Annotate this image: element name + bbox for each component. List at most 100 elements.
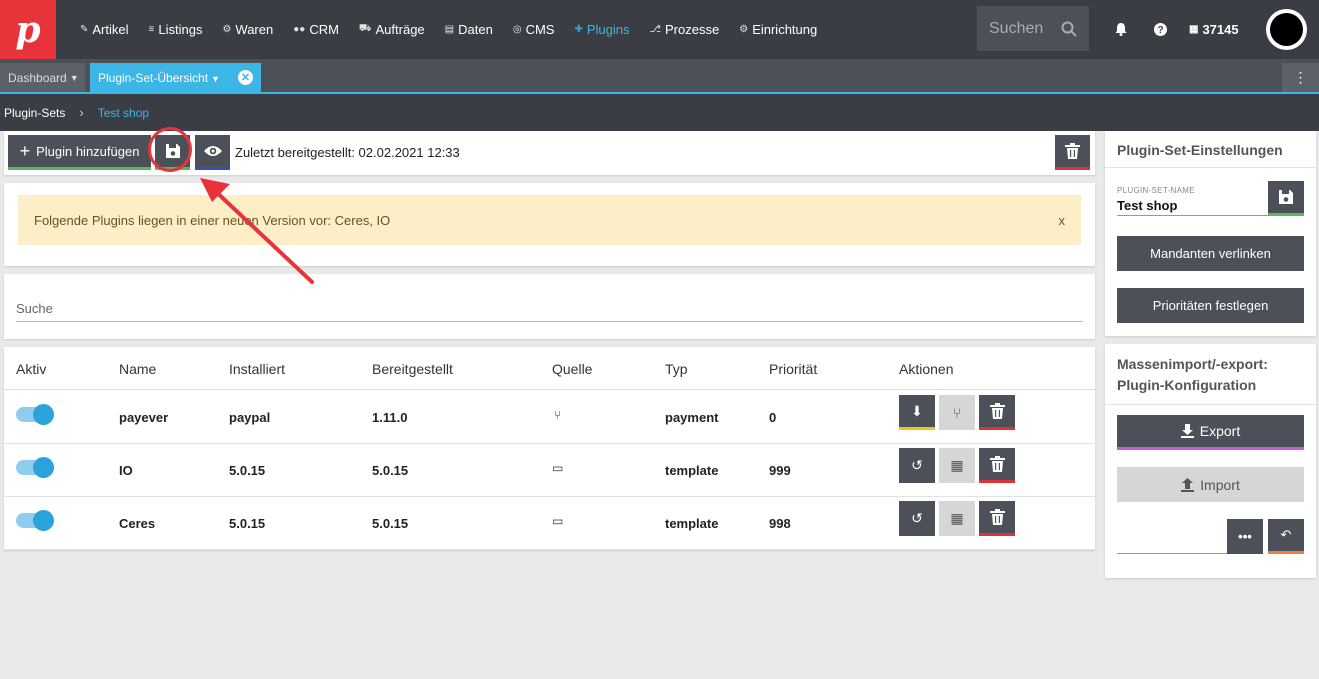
header-active[interactable]: Aktiv (16, 361, 46, 377)
avatar[interactable] (1266, 9, 1307, 50)
delete-button[interactable] (979, 395, 1015, 430)
store-icon: ▦ (1189, 24, 1199, 35)
active-toggle[interactable] (16, 404, 54, 425)
delete-plugin-set-button[interactable] (1055, 135, 1090, 170)
table-row: IO 5.0.15 5.0.15 ▭ template 999 ↺ ▦ (4, 444, 1095, 497)
plugins-table: Aktiv Name Installiert Bereitgestellt Qu… (4, 347, 1095, 550)
bell-icon[interactable] (1115, 0, 1127, 59)
trash-icon (989, 403, 1005, 419)
header-type[interactable]: Typ (665, 361, 688, 377)
set-priorities-button[interactable]: Prioritäten festlegen (1117, 288, 1304, 323)
more-options-button[interactable]: ••• (1227, 519, 1263, 554)
undo-icon: ↺ (911, 457, 923, 473)
marketplace-button[interactable]: ▦ (939, 448, 975, 483)
nav-plugins[interactable]: ✚ Plugins (564, 0, 639, 59)
add-plugin-button[interactable]: + Plugin hinzufügen (8, 135, 151, 170)
globe-icon: ◎ (512, 24, 522, 35)
preview-button[interactable] (195, 135, 230, 170)
reset-button[interactable]: ↺ (899, 448, 935, 483)
nav-auftraege[interactable]: ⛟ Aufträge (349, 0, 435, 59)
branch-button[interactable]: ⑂ (939, 395, 975, 430)
nav-prozesse[interactable]: ⎇ Prozesse (639, 0, 729, 59)
trash-icon (1065, 143, 1080, 159)
ellipsis-icon: ••• (1238, 529, 1252, 544)
nav-crm[interactable]: ●● CRM (283, 0, 349, 59)
header-installed[interactable]: Installiert (229, 361, 285, 377)
plugin-priority: 998 (769, 516, 791, 531)
svg-text:?: ? (1157, 25, 1163, 36)
nav-einrichtung[interactable]: ⚙ Einrichtung (729, 0, 827, 59)
plugin-name[interactable]: IO (119, 463, 133, 478)
header-name[interactable]: Name (119, 361, 156, 377)
settings-title: Plugin-Set-Einstellungen (1117, 142, 1283, 158)
undo-icon: ↶ (1280, 527, 1292, 542)
delete-button[interactable] (979, 501, 1015, 536)
active-toggle[interactable] (16, 510, 54, 531)
top-navigation: p ✎ Artikel ≡ Listings ⚙ Waren ●● CRM ⛟ Auftr… (0, 0, 1319, 59)
divider (1105, 404, 1316, 405)
plugin-type: template (665, 516, 719, 531)
table-header: Aktiv Name Installiert Bereitgestellt Qu… (4, 347, 1095, 390)
plugin-installed: paypal (229, 410, 271, 425)
tag-icon: ✎ (80, 24, 89, 35)
update-notice: Folgende Plugins liegen in einer neuen V… (18, 195, 1081, 245)
nav-waren[interactable]: ⚙ Waren (212, 0, 283, 59)
store-icon: ▦ (950, 457, 964, 473)
delete-button[interactable] (979, 448, 1015, 483)
nav-artikel[interactable]: ✎ Artikel (70, 0, 139, 59)
plugin-name[interactable]: Ceres (119, 516, 155, 531)
header-deployed[interactable]: Bereitgestellt (372, 361, 453, 377)
divider (1105, 167, 1316, 168)
header-source[interactable]: Quelle (552, 361, 592, 377)
more-vertical-icon[interactable]: ⋮ (1282, 63, 1319, 92)
header-priority[interactable]: Priorität (769, 361, 817, 377)
reset-button[interactable]: ↺ (899, 501, 935, 536)
flow-icon: ⎇ (649, 24, 662, 35)
chevron-right-icon: › (79, 105, 84, 120)
plus-icon: + (19, 140, 31, 161)
plugin-set-settings-panel: Plugin-Set-Einstellungen PLUGIN-SET-NAME… (1105, 131, 1316, 336)
puzzle-icon: ✚ (574, 24, 583, 35)
plugin-deployed: 5.0.15 (372, 516, 409, 531)
trash-icon (989, 456, 1005, 472)
close-icon[interactable]: ✕ (238, 70, 253, 85)
breadcrumb-current[interactable]: Test shop (98, 106, 149, 120)
marketplace-button[interactable]: ▦ (939, 501, 975, 536)
undo-button[interactable]: ↶ (1268, 519, 1304, 554)
upload-icon (1181, 477, 1195, 492)
plugin-set-name-field[interactable]: Test shop (1117, 198, 1177, 213)
link-clients-button[interactable]: Mandanten verlinken (1117, 236, 1304, 271)
store-icon: ▭ (552, 514, 564, 528)
export-button[interactable]: Export (1117, 415, 1304, 450)
listing-icon: ≡ (148, 24, 155, 35)
global-search-input[interactable]: Suchen (977, 6, 1089, 51)
save-name-button[interactable] (1268, 181, 1304, 216)
active-toggle[interactable] (16, 457, 54, 478)
help-icon[interactable]: ? (1154, 0, 1167, 59)
account-id[interactable]: ▦ 37145 (1189, 0, 1239, 59)
undo-icon: ↺ (911, 510, 923, 526)
breadcrumb-plugin-sets[interactable]: Plugin-Sets (4, 106, 65, 120)
git-branch-icon: ⑂ (952, 404, 962, 421)
download-button[interactable]: ⬇ (899, 395, 935, 430)
header-actions: Aktionen (899, 361, 954, 377)
main-nav: ✎ Artikel ≡ Listings ⚙ Waren ●● CRM ⛟ Aufträg… (70, 0, 827, 59)
tab-plugin-set-overview[interactable]: Plugin-Set-Übersicht ▼ ✕ (90, 63, 261, 92)
tab-bar: Dashboard ▼ Plugin-Set-Übersicht ▼ ✕ ⋮ (0, 59, 1319, 94)
store-icon: ▭ (552, 461, 564, 475)
plentymarkets-logo[interactable]: p (0, 0, 56, 59)
dismiss-notice-button[interactable]: x (1059, 213, 1066, 228)
plugin-search-input[interactable]: Suche (16, 301, 1083, 322)
plugin-type: payment (665, 410, 719, 425)
tab-dashboard[interactable]: Dashboard ▼ (0, 63, 85, 92)
import-button[interactable]: Import (1117, 467, 1304, 502)
last-deployed-text: Zuletzt bereitgestellt: 02.02.2021 12:33 (235, 145, 460, 160)
caret-down-icon: ▼ (69, 72, 79, 83)
caret-down-icon: ▼ (211, 73, 220, 84)
nav-cms[interactable]: ◎ CMS (503, 0, 565, 59)
nav-listings[interactable]: ≡ Listings (139, 0, 213, 59)
plugin-set-name-label: PLUGIN-SET-NAME (1117, 186, 1195, 195)
plugin-name[interactable]: payever (119, 410, 168, 425)
nav-daten[interactable]: ▤ Daten (435, 0, 503, 59)
trash-icon (989, 509, 1005, 525)
